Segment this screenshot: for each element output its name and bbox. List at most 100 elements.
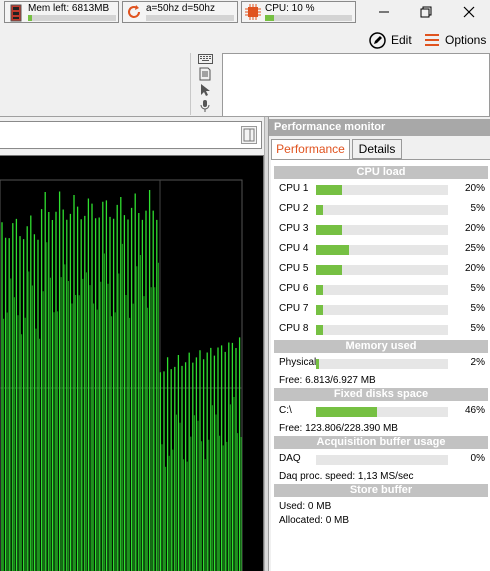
- cpu-row: CPU 8 5%: [279, 322, 485, 336]
- cpu-bar: [316, 185, 448, 195]
- cpu-bar-fill: [316, 225, 343, 235]
- cpu-value: 5%: [470, 283, 485, 294]
- cpu-bar: [316, 325, 448, 335]
- disk-free-text: Free: 123.806/228.390 MB: [279, 423, 398, 434]
- disk-row: C:\ 46%: [279, 404, 485, 418]
- memory-row: Physical 2%: [279, 356, 485, 370]
- minimize-icon: [379, 11, 389, 13]
- memory-bar-fill: [316, 359, 319, 369]
- notes-input[interactable]: [222, 53, 490, 117]
- cpu-row: CPU 7 5%: [279, 302, 485, 316]
- performance-monitor-title: Performance monitor: [269, 119, 490, 136]
- store-buffer-header: Store buffer: [274, 484, 488, 497]
- cpu-row: CPU 6 5%: [279, 282, 485, 296]
- trigger-status-label: a=50hz d=50hz: [146, 3, 215, 14]
- cpu-value: 20%: [464, 183, 485, 194]
- memory-chip-icon: [8, 4, 24, 22]
- cpu-value: 5%: [470, 323, 485, 334]
- cpu-value: 5%: [470, 203, 485, 214]
- cpu-row: CPU 4 25%: [279, 242, 485, 256]
- cpu-value: 20%: [464, 223, 485, 234]
- tab-performance[interactable]: Performance: [271, 139, 350, 160]
- cpu-status-bar: [265, 15, 352, 21]
- cpu-label: CPU 7: [279, 303, 309, 314]
- signal-plot[interactable]: [0, 155, 264, 571]
- options-label: Options: [445, 33, 487, 47]
- cpu-value: 5%: [470, 303, 485, 314]
- cpu-bar: [316, 205, 448, 215]
- cpu-bar: [316, 285, 448, 295]
- memory-status[interactable]: Mem left: 6813MB: [4, 1, 119, 23]
- memory-value: 2%: [470, 357, 485, 368]
- disk-bar: [316, 407, 448, 417]
- cpu-value: 25%: [464, 243, 485, 254]
- daq-value: 0%: [470, 453, 485, 464]
- disk-label: C:\: [279, 405, 292, 416]
- daq-bar: [316, 455, 448, 465]
- restore-icon: [420, 6, 432, 18]
- store-used-text: Used: 0 MB: [279, 501, 332, 512]
- memory-free-text: Free: 6.813/6.927 MB: [279, 375, 376, 386]
- input-mode-icons: [195, 53, 215, 115]
- cpu-bar-fill: [316, 205, 323, 215]
- disk-bar-fill: [316, 407, 377, 417]
- cpu-bar: [316, 225, 448, 235]
- cpu-row: CPU 5 20%: [279, 262, 485, 276]
- disk-value: 46%: [464, 405, 485, 416]
- trigger-status-bar: [146, 15, 234, 21]
- restore-button[interactable]: [415, 2, 437, 22]
- status-strip: Mem left: 6813MB a=50hz d=50hz CPU: 10 %: [0, 0, 490, 24]
- cpu-bar-fill: [316, 285, 323, 295]
- memory-used-header: Memory used: [274, 340, 488, 353]
- memory-status-label: Mem left: 6813MB: [28, 3, 110, 14]
- cpu-load-header: CPU load: [274, 166, 488, 179]
- signal-waveform: [1, 190, 242, 571]
- pointer-icon[interactable]: [198, 83, 212, 97]
- daq-row: DAQ 0%: [279, 452, 485, 466]
- tab-details[interactable]: Details: [352, 139, 402, 159]
- horizontal-divider: [0, 116, 270, 117]
- cpu-row: CPU 2 5%: [279, 202, 485, 216]
- close-button[interactable]: [458, 2, 480, 22]
- memory-label: Physical: [279, 357, 317, 368]
- cpu-bar: [316, 305, 448, 315]
- trigger-status[interactable]: a=50hz d=50hz: [122, 1, 238, 23]
- cpu-label: CPU 2: [279, 203, 309, 214]
- cpu-bar-fill: [316, 245, 349, 255]
- memory-bar: [316, 359, 448, 369]
- refresh-icon: [126, 4, 142, 20]
- application-window: Mem left: 6813MB a=50hz d=50hz CPU: 10 %…: [0, 0, 490, 571]
- cpu-label: CPU 5: [279, 263, 309, 274]
- cpu-bar: [316, 265, 448, 275]
- daq-speed-text: Daq proc. speed: 1,13 MS/sec: [279, 471, 414, 482]
- cpu-status[interactable]: CPU: 10 %: [241, 1, 356, 23]
- cpu-bar-fill: [316, 305, 323, 315]
- edit-label: Edit: [391, 33, 412, 47]
- cpu-label: CPU 4: [279, 243, 309, 254]
- panel-toggle-icon: [243, 128, 255, 142]
- signal-plot-canvas: [0, 179, 243, 571]
- panel-toggle-button[interactable]: [241, 126, 257, 144]
- keyboard-icon[interactable]: [197, 53, 213, 65]
- cpu-bar-fill: [316, 185, 343, 195]
- options-button[interactable]: Options: [424, 30, 486, 50]
- microphone-icon[interactable]: [198, 99, 212, 113]
- close-icon: [463, 6, 475, 18]
- acquisition-buffer-header: Acquisition buffer usage: [274, 436, 488, 449]
- toolbar-divider: [190, 53, 191, 115]
- daq-label: DAQ: [279, 453, 301, 464]
- fixed-disks-header: Fixed disks space: [274, 388, 488, 401]
- cpu-label: CPU 3: [279, 223, 309, 234]
- cpu-label: CPU 6: [279, 283, 309, 294]
- memory-status-bar: [28, 15, 116, 21]
- cpu-row: CPU 3 20%: [279, 222, 485, 236]
- cpu-label: CPU 1: [279, 183, 309, 194]
- minimize-button[interactable]: [373, 2, 395, 22]
- memory-status-fill: [28, 15, 33, 21]
- cpu-row: CPU 1 20%: [279, 182, 485, 196]
- channel-filter-input[interactable]: [0, 121, 262, 149]
- store-allocated-text: Allocated: 0 MB: [279, 515, 350, 526]
- edit-button[interactable]: Edit: [369, 30, 412, 50]
- menu-icon: [425, 34, 439, 46]
- document-icon[interactable]: [198, 67, 212, 81]
